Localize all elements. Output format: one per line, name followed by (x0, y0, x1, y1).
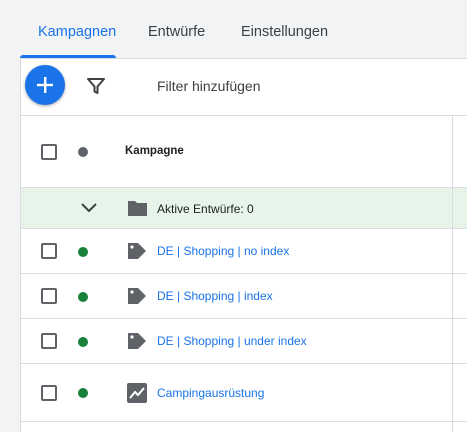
table-row: DE | Shopping | under index (21, 319, 467, 364)
campaign-name-link[interactable]: DE | Shopping | under index (157, 334, 307, 348)
funnel-icon[interactable] (86, 76, 106, 96)
row-checkbox[interactable] (41, 243, 57, 259)
row-checkbox[interactable] (41, 333, 57, 349)
active-drafts-label: Aktive Entwürfe: 0 (157, 202, 254, 216)
tag-icon (128, 333, 146, 349)
row-checkbox[interactable] (41, 385, 57, 401)
status-column-dot[interactable] (78, 147, 88, 157)
tab-bar: Kampagnen Entwürfe Einstellungen (0, 0, 467, 58)
campaign-name-link[interactable]: DE | Shopping | no index (157, 244, 289, 258)
table-row: Campingausrüstung (21, 364, 467, 422)
campaign-name-link[interactable]: DE | Shopping | index (157, 289, 273, 303)
trending-chart-icon (127, 383, 147, 403)
tab-kampagnen[interactable]: Kampagnen (38, 24, 116, 40)
campaign-name-link[interactable]: Campingausrüstung (157, 386, 264, 400)
plus-icon (37, 77, 53, 93)
row-checkbox[interactable] (41, 288, 57, 304)
status-enabled-dot[interactable] (78, 247, 88, 257)
chevron-down-icon[interactable] (80, 201, 98, 215)
draft-group-row: Aktive Entwürfe: 0 (21, 188, 467, 229)
tag-icon (128, 243, 146, 259)
status-enabled-dot[interactable] (78, 337, 88, 347)
table-header-row: Kampagne (21, 115, 467, 188)
tag-icon (128, 288, 146, 304)
select-all-checkbox[interactable] (41, 144, 57, 160)
status-enabled-dot[interactable] (78, 388, 88, 398)
add-campaign-button[interactable] (25, 65, 65, 105)
column-divider (452, 115, 453, 432)
table-row: DE | Shopping | index (21, 274, 467, 319)
tab-einstellungen[interactable]: Einstellungen (241, 24, 328, 40)
status-enabled-dot[interactable] (78, 292, 88, 302)
table-row: DE | Shopping | no index (21, 229, 467, 274)
folder-icon (128, 201, 147, 216)
column-header-kampagne[interactable]: Kampagne (125, 145, 184, 157)
tab-entwuerfe[interactable]: Entwürfe (148, 24, 205, 40)
add-filter-label[interactable]: Filter hinzufügen (157, 78, 261, 94)
